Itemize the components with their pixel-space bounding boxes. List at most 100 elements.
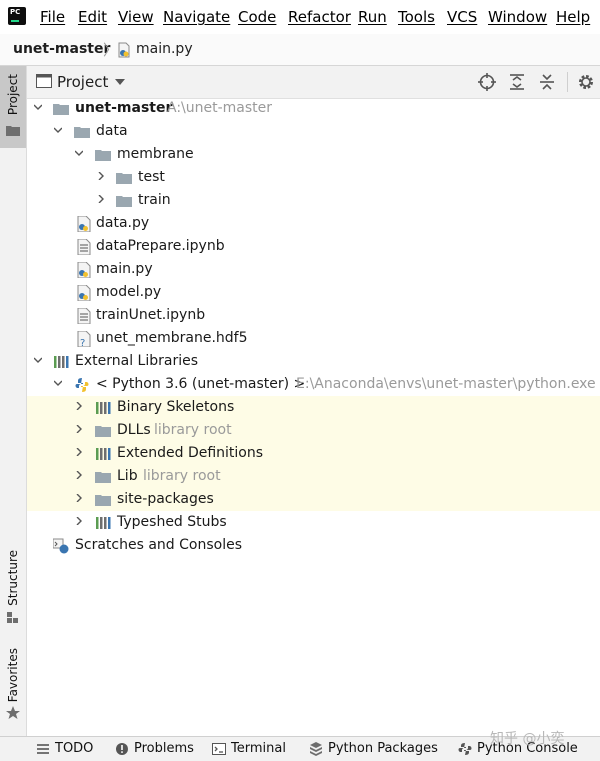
favorites-tool-tab[interactable]: Favorites <box>0 646 26 726</box>
tree-row-sdk-item[interactable]: Binary Skeletons <box>27 397 600 420</box>
menu-navigate[interactable]: Navigate <box>163 8 230 26</box>
menu-view[interactable]: View <box>118 8 154 26</box>
watermark: 知乎 @小奕 <box>490 731 565 747</box>
sdk-item-hint: library root <box>143 468 221 484</box>
tree-row-sdk-item[interactable]: Typeshed Stubs <box>27 512 600 535</box>
tree-row-file[interactable]: trainUnet.ipynb <box>27 305 600 328</box>
folder-icon <box>116 173 132 184</box>
tree-row-sdk-item[interactable]: Lib library root <box>27 466 600 489</box>
menu-bar: PC File Edit View Navigate Code Refactor… <box>0 0 600 34</box>
train-folder-label: train <box>138 192 171 208</box>
tree-row-train[interactable]: train <box>27 190 600 213</box>
tree-row-sdk-item[interactable]: site-packages <box>27 489 600 512</box>
menu-refactor[interactable]: Refactor <box>288 8 351 26</box>
project-tab-label: Project <box>6 74 20 116</box>
text-file-icon <box>77 239 91 255</box>
python-sdk-path: E:\Anaconda\envs\unet-master\python.exe <box>296 376 596 392</box>
tree-row-file[interactable]: dataPrepare.ipynb <box>27 236 600 259</box>
chevron-down-icon[interactable] <box>54 126 62 134</box>
menu-help[interactable]: Help <box>556 8 590 26</box>
chevron-down-icon[interactable] <box>54 379 62 387</box>
chevron-down-icon[interactable] <box>34 103 42 111</box>
menu-tools[interactable]: Tools <box>398 8 435 26</box>
folder-icon <box>74 127 90 138</box>
structure-icon <box>7 612 18 623</box>
expand-all-icon[interactable] <box>508 73 526 91</box>
folder-icon <box>95 495 111 506</box>
tree-row-file[interactable]: data.py <box>27 213 600 236</box>
file-label: main.py <box>96 261 153 277</box>
tree-row-membrane[interactable]: membrane <box>27 144 600 167</box>
problems-icon <box>116 743 128 755</box>
chevron-right-icon[interactable] <box>97 195 105 203</box>
folder-icon <box>53 104 69 115</box>
sdk-item-hint: library root <box>154 422 232 438</box>
menu-file[interactable]: File <box>40 8 65 26</box>
favorites-tab-label: Favorites <box>6 648 20 703</box>
chevron-right-icon[interactable] <box>75 494 83 502</box>
python-icon <box>75 378 89 392</box>
left-tool-strip: Project Structure Favorites <box>0 66 27 736</box>
python-file-icon <box>77 285 91 301</box>
sdk-item-label: Lib <box>117 468 138 484</box>
status-problems[interactable]: Problems <box>134 741 194 756</box>
tree-row-file[interactable]: model.py <box>27 282 600 305</box>
chevron-down-icon[interactable] <box>115 79 125 85</box>
tree-row-scratches[interactable]: Scratches and Consoles <box>27 535 600 558</box>
python-sdk-label: < Python 3.6 (unet-master) > <box>96 376 306 392</box>
data-folder-label: data <box>96 123 128 139</box>
file-label: data.py <box>96 215 150 231</box>
menu-edit[interactable]: Edit <box>78 8 107 26</box>
chevron-right-icon[interactable] <box>75 471 83 479</box>
todo-icon <box>37 744 49 754</box>
menu-run[interactable]: Run <box>358 8 387 26</box>
chevron-right-icon[interactable] <box>75 448 83 456</box>
structure-tool-tab[interactable]: Structure <box>0 548 26 628</box>
breadcrumb-file[interactable]: main.py <box>136 41 193 57</box>
tree-row-python-sdk[interactable]: < Python 3.6 (unet-master) > E:\Anaconda… <box>27 374 600 397</box>
project-tool-tab[interactable]: Project <box>0 66 26 148</box>
tree-row-data[interactable]: data <box>27 121 600 144</box>
gear-icon[interactable] <box>577 73 595 91</box>
library-icon <box>96 402 111 414</box>
tree-row-sdk-item[interactable]: Extended Definitions <box>27 443 600 466</box>
tree-row-file[interactable]: ? unet_membrane.hdf5 <box>27 328 600 351</box>
tree-row-test[interactable]: test <box>27 167 600 190</box>
chevron-right-icon[interactable] <box>75 517 83 525</box>
tree-row-external-libraries[interactable]: External Libraries <box>27 351 600 374</box>
chevron-right-icon[interactable] <box>75 425 83 433</box>
breadcrumb-project[interactable]: unet-master <box>13 41 110 57</box>
tree-row-sdk-item[interactable]: DLLs library root <box>27 420 600 443</box>
project-view-selector[interactable]: Project <box>57 73 108 91</box>
menu-code[interactable]: Code <box>238 8 276 26</box>
menu-vcs[interactable]: VCS <box>447 8 477 26</box>
pycharm-logo: PC <box>8 7 26 25</box>
folder-icon <box>116 196 132 207</box>
python-console-icon <box>458 743 472 755</box>
status-terminal[interactable]: Terminal <box>231 741 286 756</box>
chevron-down-icon[interactable] <box>34 356 42 364</box>
terminal-icon <box>212 743 226 755</box>
tree-row-file[interactable]: main.py <box>27 259 600 282</box>
sdk-item-label: Binary Skeletons <box>117 399 235 415</box>
status-todo[interactable]: TODO <box>55 741 93 756</box>
navigation-bar: unet-master 〉 main.py <box>0 34 600 66</box>
unknown-file-icon: ? <box>77 331 91 347</box>
chevron-down-icon[interactable] <box>75 149 83 157</box>
scratches-label: Scratches and Consoles <box>75 537 242 553</box>
chevron-right-icon[interactable] <box>97 172 105 180</box>
collapse-all-icon[interactable] <box>538 73 556 91</box>
locate-icon[interactable] <box>478 73 496 91</box>
file-label: unet_membrane.hdf5 <box>96 330 248 346</box>
status-python-packages[interactable]: Python Packages <box>328 741 438 756</box>
chevron-right-icon[interactable] <box>75 402 83 410</box>
project-panel-header: Project <box>27 66 600 99</box>
menu-window[interactable]: Window <box>488 8 547 26</box>
logo-bar <box>11 20 19 22</box>
sdk-item-label: Extended Definitions <box>117 445 264 461</box>
logo-text: PC <box>10 8 21 16</box>
folder-icon <box>95 426 111 437</box>
scratches-icon <box>53 538 69 554</box>
tree-row-root[interactable]: unet-master A:\unet-master <box>27 98 600 121</box>
root-folder-label: unet-master <box>75 100 173 116</box>
